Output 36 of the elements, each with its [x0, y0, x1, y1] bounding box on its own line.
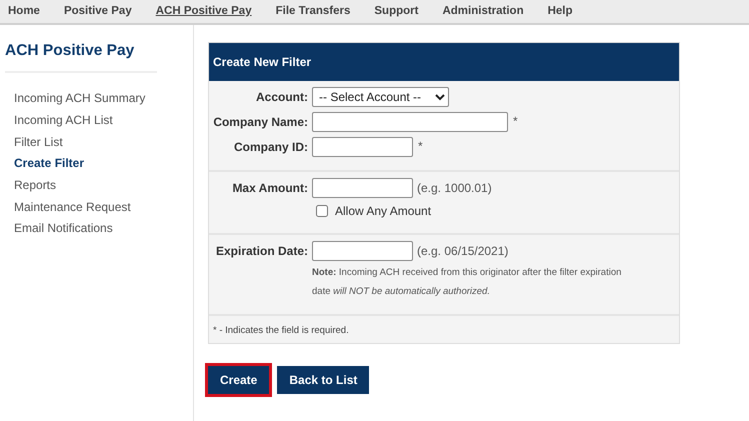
nav-link[interactable]: Help — [548, 2, 573, 20]
sidebar-link[interactable]: Create Filter — [5, 153, 193, 176]
sidebar-link[interactable]: Maintenance Request — [5, 196, 193, 218]
account-dropdown[interactable]: -- Select Account -- — [312, 87, 449, 107]
required-mark: * — [418, 138, 423, 155]
nav-link[interactable]: ACH Positive Pay — [156, 2, 252, 20]
note-text: Note: Incoming ACH received from this originator after the filter expiration date will NOT be automatically authorized. — [312, 266, 622, 299]
field-label: Max Amount: — [231, 180, 309, 197]
panel-header: Create New Filter — [209, 43, 679, 81]
input-field[interactable] — [312, 241, 413, 261]
sidebar-link[interactable]: Filter List — [5, 132, 193, 154]
action-button[interactable]: Back to List — [277, 366, 370, 394]
footnote-text: * - Indicates the field is required. — [212, 324, 350, 338]
action-button[interactable]: Create — [208, 366, 270, 394]
field-label: Expiration Date: — [214, 243, 309, 260]
input-field[interactable] — [312, 137, 413, 157]
field-label: Company ID: — [232, 139, 309, 156]
nav-link[interactable]: File Transfers — [276, 2, 350, 20]
nav-link[interactable]: Positive Pay — [64, 2, 132, 20]
nav-link[interactable]: Home — [8, 2, 40, 20]
sidebar-title: ACH Positive Pay — [5, 39, 157, 74]
required-mark: * — [513, 113, 518, 130]
sidebar-link[interactable]: Incoming ACH Summary — [5, 88, 193, 110]
input-field[interactable] — [312, 178, 413, 198]
sidebar-link[interactable]: Reports — [5, 175, 193, 197]
format-hint: (e.g. 06/15/2021) — [417, 243, 508, 260]
nav-link[interactable]: Support — [374, 2, 418, 20]
field-label: Account: — [255, 89, 309, 106]
checkbox[interactable] — [316, 205, 328, 217]
input-field[interactable] — [312, 112, 508, 132]
field-label: Company Name: — [212, 114, 309, 131]
checkbox-label: Allow Any Amount — [335, 203, 432, 220]
sidebar-link[interactable]: Incoming ACH List — [5, 110, 193, 132]
nav-link[interactable]: Administration — [442, 2, 524, 20]
format-hint: (e.g. 1000.01) — [417, 180, 492, 197]
sidebar-link[interactable]: Email Notifications — [5, 218, 193, 240]
